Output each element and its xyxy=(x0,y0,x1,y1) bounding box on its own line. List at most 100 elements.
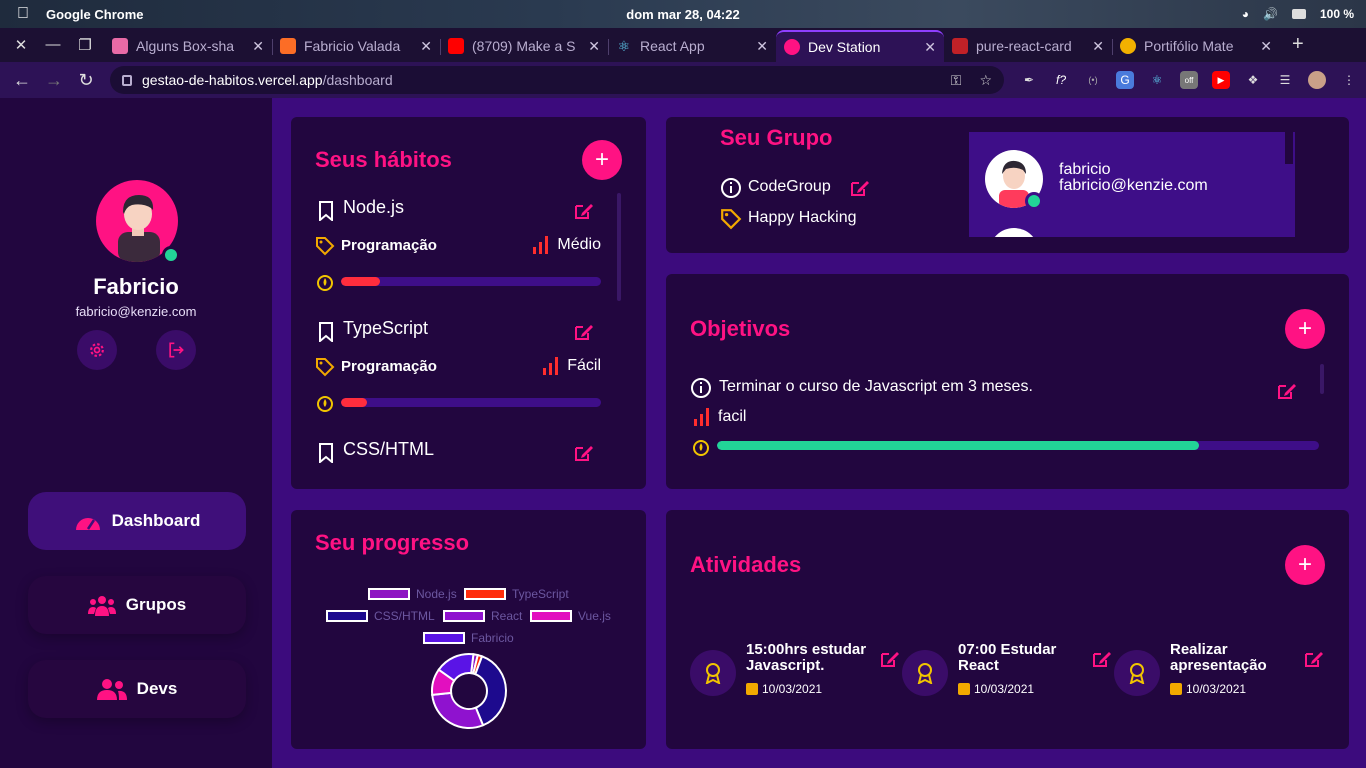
profile-avatar[interactable] xyxy=(96,180,180,264)
edit-icon[interactable] xyxy=(574,444,594,462)
browser-tab-active[interactable]: Dev Station ✕ xyxy=(776,30,944,62)
bookmark-icon xyxy=(319,322,333,342)
edit-icon[interactable] xyxy=(574,323,594,341)
activity-title: Realizar apresentação xyxy=(1170,641,1267,674)
habit-progress-bar xyxy=(341,277,601,286)
goal-progress-bar xyxy=(717,441,1319,450)
legend-item[interactable]: React xyxy=(443,609,522,623)
legend-item[interactable]: Node.js xyxy=(368,587,457,601)
translate-extension-icon[interactable]: G xyxy=(1116,71,1134,89)
habits-scrollbar[interactable] xyxy=(617,193,621,301)
browser-tab-strip: ✕ — ❐ Alguns Box-sha ✕ Fabricio Valada ✕ (… xyxy=(0,28,1366,62)
legend-swatch xyxy=(326,610,368,622)
progress-donut-chart[interactable] xyxy=(429,651,509,731)
off-extension-icon[interactable]: off xyxy=(1180,71,1198,89)
activity-item: 15:00hrs estudar Javascript. 10/03/2021 xyxy=(690,640,900,700)
pen-extension-icon[interactable]: ✒ xyxy=(1020,71,1038,89)
tab-close-icon[interactable]: ✕ xyxy=(1092,38,1104,55)
function-extension-icon[interactable]: f? xyxy=(1052,71,1070,89)
edit-icon[interactable] xyxy=(1092,650,1112,668)
habit-difficulty-label: Fácil xyxy=(567,357,601,374)
tab-favicon xyxy=(112,38,128,54)
edit-icon[interactable] xyxy=(1277,382,1297,400)
habit-category: Programação xyxy=(341,237,437,254)
puzzle-extensions-icon[interactable]: ❖ xyxy=(1244,71,1262,89)
wifi-icon[interactable]: ◕ xyxy=(1242,7,1249,21)
window-minimize-icon[interactable]: — xyxy=(40,36,66,54)
edit-icon[interactable] xyxy=(574,202,594,220)
member-online-dot xyxy=(1025,192,1043,210)
habit-progress-fill xyxy=(341,398,367,407)
legend-item[interactable]: Fabricio xyxy=(423,631,514,645)
logout-button[interactable] xyxy=(156,330,196,370)
os-clock[interactable]: dom mar 28, 04:22 xyxy=(0,7,1366,22)
media-control-icon[interactable]: ☰ xyxy=(1276,71,1294,89)
key-icon[interactable]: ⚿ xyxy=(951,72,962,89)
apple-icon[interactable]:  xyxy=(0,5,46,23)
tab-close-icon[interactable]: ✕ xyxy=(756,38,768,55)
edit-icon[interactable] xyxy=(1304,650,1324,668)
settings-button[interactable] xyxy=(77,330,117,370)
calendar-icon xyxy=(1170,683,1182,695)
nav-dashboard-label: Dashboard xyxy=(111,511,201,530)
battery-icon[interactable] xyxy=(1291,9,1306,19)
browser-tab[interactable]: (8709) Make a S ✕ xyxy=(440,30,608,62)
legend-swatch xyxy=(530,610,572,622)
chrome-menu-icon[interactable]: ⋮ xyxy=(1340,71,1358,89)
habits-title: Seus hábitos xyxy=(315,147,452,172)
address-bar[interactable]: gestao-de-habitos.vercel.app/dashboard ⚿… xyxy=(110,66,1004,94)
signal-bars-icon xyxy=(694,408,709,426)
youtube-extension-icon[interactable]: ▶ xyxy=(1212,71,1230,89)
edit-icon[interactable] xyxy=(880,650,900,668)
donut-slice-react[interactable] xyxy=(431,691,485,729)
activities-card: Atividades + 15:00hrs estudar Javascript… xyxy=(666,510,1349,749)
react-icon: ⚛ xyxy=(617,38,631,54)
window-maximize-icon[interactable]: ❐ xyxy=(72,36,98,54)
sensor-extension-icon[interactable]: (•) xyxy=(1084,71,1102,89)
react-devtools-icon[interactable]: ⚛ xyxy=(1148,71,1166,89)
tab-close-icon[interactable]: ✕ xyxy=(924,39,936,56)
nav-devs[interactable]: Devs xyxy=(28,660,246,718)
habit-progress-bar xyxy=(341,398,601,407)
bookmark-star-icon[interactable]: ☆ xyxy=(979,72,992,89)
activity-date: 10/03/2021 xyxy=(746,682,822,696)
donut-slice-css-html[interactable] xyxy=(474,655,507,727)
profile-avatar-icon[interactable] xyxy=(1308,71,1326,89)
logout-icon xyxy=(169,342,184,358)
add-activity-button[interactable]: + xyxy=(1285,545,1325,585)
calendar-icon xyxy=(958,683,970,695)
tab-close-icon[interactable]: ✕ xyxy=(588,38,600,55)
nav-groups[interactable]: Grupos xyxy=(28,576,246,634)
tab-close-icon[interactable]: ✕ xyxy=(252,38,264,55)
add-habit-button[interactable]: + xyxy=(582,140,622,180)
lock-icon[interactable] xyxy=(122,74,132,86)
legend-item[interactable]: Vue.js xyxy=(530,609,611,623)
window-close-icon[interactable]: ✕ xyxy=(8,36,34,54)
browser-tab[interactable]: Alguns Box-sha ✕ xyxy=(104,30,272,62)
tab-close-icon[interactable]: ✕ xyxy=(1260,38,1272,55)
legend-item[interactable]: TypeScript xyxy=(464,587,569,601)
legend-label: Fabricio xyxy=(471,631,514,645)
new-tab-button[interactable]: + xyxy=(1280,33,1316,62)
group-members-list[interactable]: fabricio fabricio@kenzie.com xyxy=(969,132,1295,237)
group-name: CodeGroup xyxy=(748,178,831,195)
back-arrow-icon[interactable]: ← xyxy=(6,70,38,91)
active-app-name[interactable]: Google Chrome xyxy=(46,7,144,22)
browser-tab[interactable]: ⚛ React App ✕ xyxy=(608,30,776,62)
tab-close-icon[interactable]: ✕ xyxy=(420,38,432,55)
edit-icon[interactable] xyxy=(850,179,870,197)
add-goal-button[interactable]: + xyxy=(1285,309,1325,349)
volume-icon[interactable]: 🔊 xyxy=(1263,7,1278,21)
nav-dashboard[interactable]: Dashboard xyxy=(28,492,246,550)
forward-arrow-icon[interactable]: → xyxy=(38,70,70,91)
legend-swatch xyxy=(443,610,485,622)
legend-item[interactable]: CSS/HTML xyxy=(326,609,435,623)
url-host: gestao-de-habitos.vercel.app xyxy=(142,72,323,88)
goals-scrollbar[interactable] xyxy=(1320,364,1324,394)
browser-tab[interactable]: Portifólio Mate ✕ xyxy=(1112,30,1280,62)
browser-tab[interactable]: pure-react-card ✕ xyxy=(944,30,1112,62)
browser-tab[interactable]: Fabricio Valada ✕ xyxy=(272,30,440,62)
reload-icon[interactable]: ↻ xyxy=(70,70,102,91)
signal-bars-icon xyxy=(533,236,549,254)
npm-icon xyxy=(952,38,968,54)
